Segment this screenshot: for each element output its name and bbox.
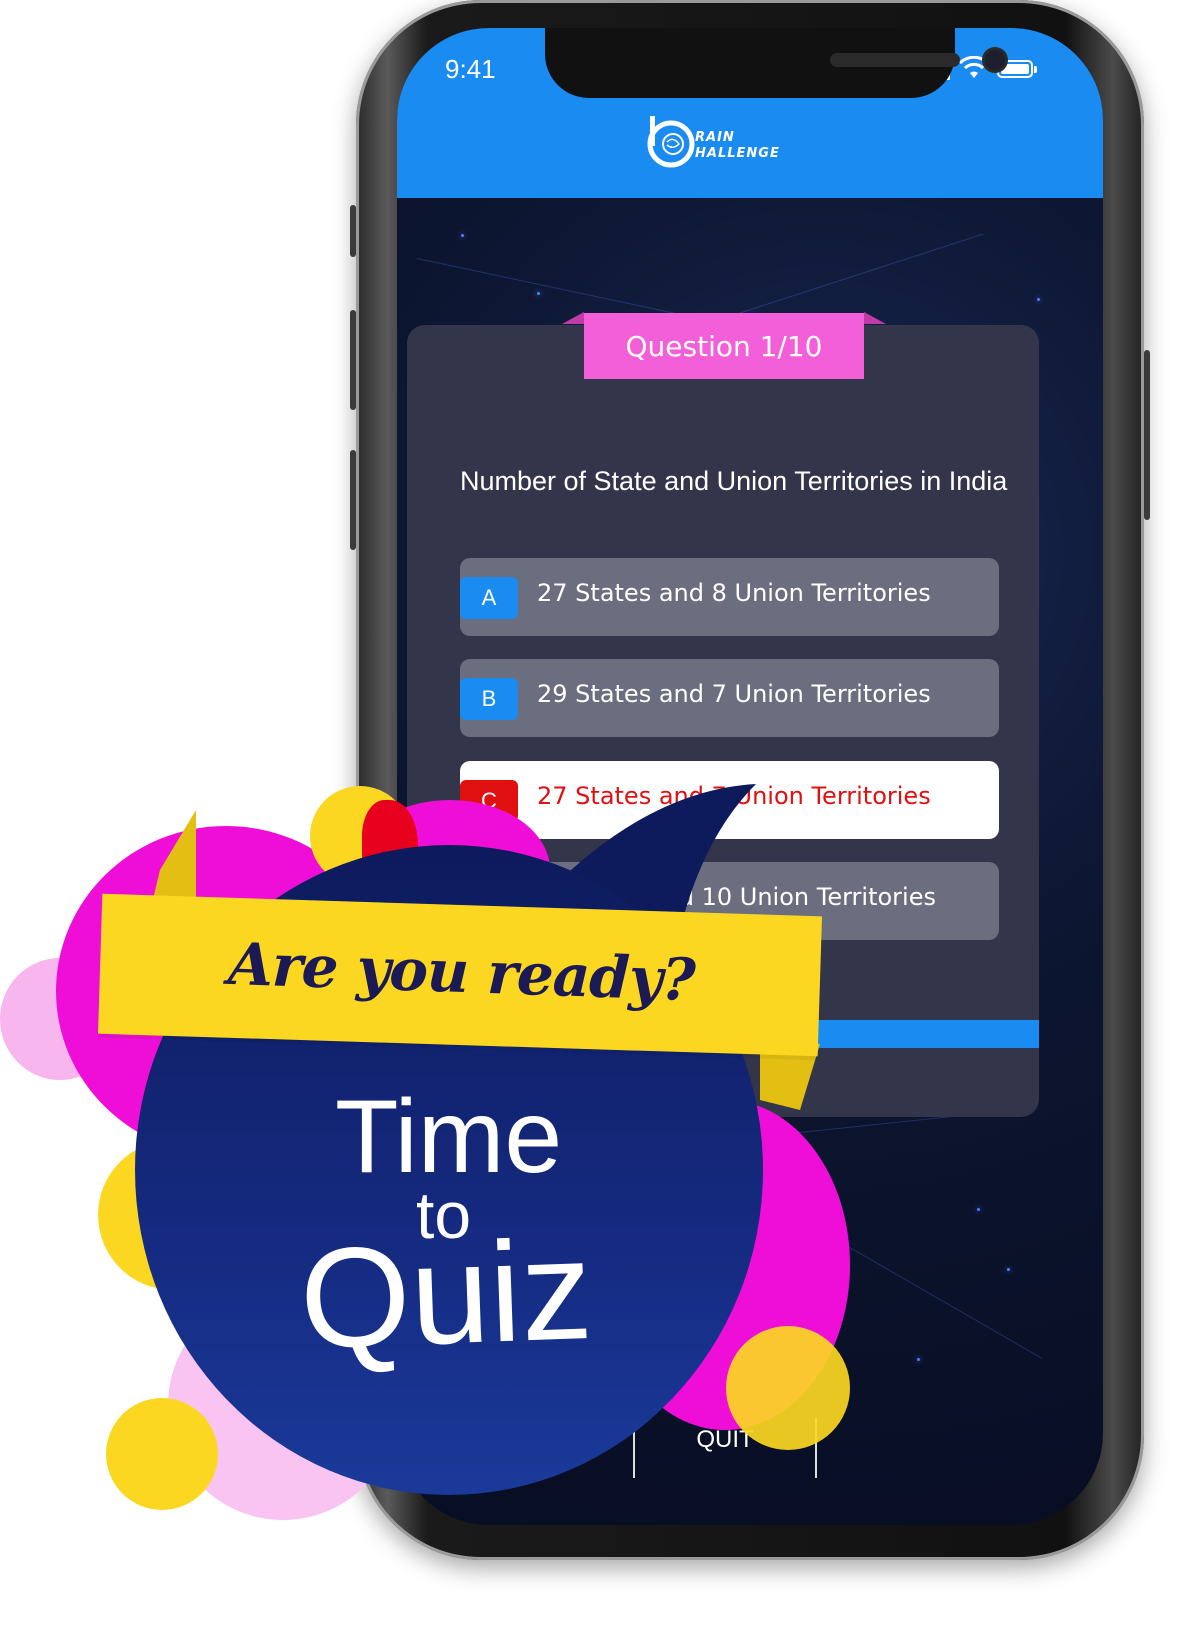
network-node — [977, 1208, 980, 1211]
network-node — [537, 292, 540, 295]
front-camera — [985, 50, 1005, 70]
logo-line-1: RAIN — [695, 130, 735, 145]
network-node — [1037, 298, 1040, 301]
network-node — [917, 1358, 920, 1361]
option-text: 27 States and 8 Union Territories — [537, 579, 931, 607]
question-text: Number of State and Union Territories in… — [460, 466, 1008, 496]
logo-line-2: HALLENGE — [695, 146, 780, 161]
question-counter: Question 1/10 — [584, 313, 864, 379]
network-node — [461, 234, 464, 237]
network-line — [716, 233, 984, 321]
option-letter: A — [460, 577, 518, 619]
network-node — [1007, 1268, 1010, 1271]
promo-quiz-text: Quiz — [297, 1209, 595, 1380]
status-time: 9:41 — [445, 54, 496, 84]
volume-up-button — [350, 310, 356, 410]
volume-down-button — [350, 450, 356, 550]
brain-challenge-logo: RAIN HALLENGE — [645, 112, 815, 172]
speaker-grille — [830, 53, 960, 67]
promo-time-text: Time — [335, 1079, 563, 1195]
network-line — [816, 1228, 1043, 1359]
option-text: 29 States and 7 Union Territories — [537, 680, 931, 708]
notch — [545, 28, 1005, 98]
timer-progress-bar — [817, 1020, 1039, 1048]
option-b[interactable]: B 29 States and 7 Union Territories — [460, 659, 999, 737]
option-a[interactable]: A 27 States and 8 Union Territories — [460, 558, 999, 636]
power-button — [1144, 350, 1150, 520]
option-letter: B — [460, 678, 518, 720]
brain-logo-icon — [647, 116, 695, 168]
silent-switch — [350, 205, 356, 257]
